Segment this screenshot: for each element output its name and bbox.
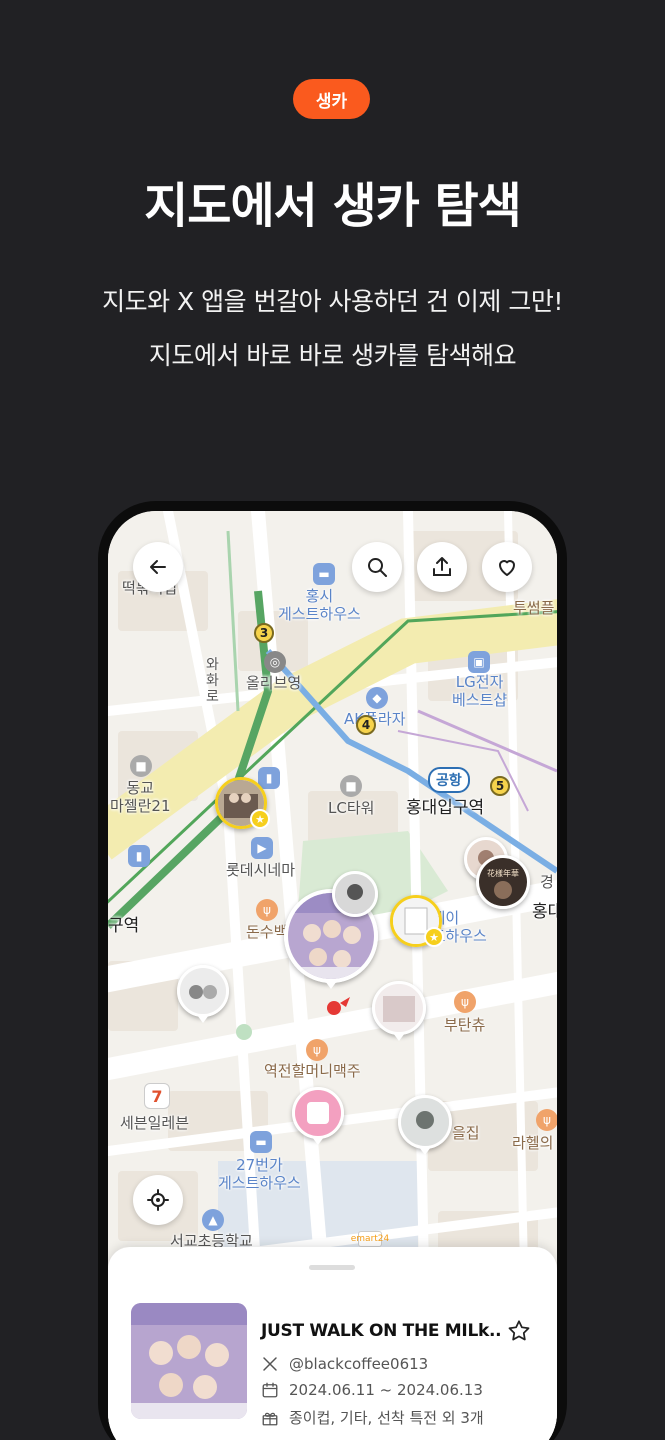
restaurant-icon[interactable]: ψ (306, 1039, 328, 1061)
back-arrow-icon (150, 560, 166, 574)
share-icon (433, 557, 451, 576)
pin-tail (197, 1015, 209, 1023)
event-benefits-row: 종이컵, 기타, 선착 특전 외 3개 (261, 1407, 484, 1428)
gift-icon (262, 1412, 278, 1425)
map-label-lc-tower: LC타워 (328, 799, 375, 817)
star-icon: ★ (250, 809, 270, 829)
store-icon[interactable]: ◎ (264, 651, 286, 673)
map-label-lotte-cinema: 롯데시네마 (226, 861, 296, 879)
map-label-ulj: 을집 (452, 1124, 480, 1142)
subway-line-number: 3 (254, 623, 274, 643)
event-title[interactable]: JUST WALK ON THE MILk.. (261, 1321, 502, 1341)
lodging-icon[interactable]: ▬ (313, 563, 335, 585)
event-account-row: @blackcoffee0613 (261, 1355, 428, 1373)
event-dates-row: 2024.06.11 ~ 2024.06.13 (261, 1381, 483, 1399)
map-label-airport-line: 공항 (428, 767, 470, 793)
my-location-button[interactable] (133, 1175, 183, 1225)
lodging-icon[interactable]: ▬ (250, 1131, 272, 1153)
shopping-icon[interactable]: ◆ (366, 687, 388, 709)
page-headline: 지도에서 생카 탐색 (144, 178, 522, 234)
restaurant-icon[interactable]: ψ (256, 899, 278, 921)
photocard-pin[interactable] (398, 1095, 452, 1149)
star-icon: ★ (424, 927, 444, 947)
map-label-donsu: 돈수백 (246, 923, 288, 941)
map-label-tussum: 투썸플 (513, 599, 555, 617)
x-logo-icon (263, 1357, 277, 1371)
photocard-pin[interactable]: 花樣年華 (476, 855, 530, 909)
back-button[interactable] (133, 542, 183, 592)
map-label-hongdae-right: 홍대 (532, 902, 557, 922)
restaurant-icon[interactable]: ψ (454, 991, 476, 1013)
phone-screen: 떡볶이집 홍시 게스트하우스 투썸플 와 화 로 올리브영 LG전자 베스트샵 … (108, 511, 557, 1440)
photocard-pin[interactable] (332, 871, 378, 917)
subtitle-line-2: 지도에서 바로 바로 생카를 탐색해요 (148, 341, 517, 370)
sheet-grab-handle[interactable] (309, 1265, 355, 1270)
building-icon[interactable]: ■ (340, 775, 362, 797)
electronics-icon[interactable]: ▣ (468, 651, 490, 673)
event-bottom-sheet[interactable]: JUST WALK ON THE MILk.. @blackcoffee0613… (108, 1247, 557, 1440)
map-label-hwaro: 와 화 로 (206, 657, 219, 705)
restaurant-icon[interactable]: ψ (536, 1109, 557, 1131)
locate-icon (147, 1189, 169, 1211)
pin-tail (325, 981, 337, 989)
subway-line-number: 4 (356, 715, 376, 735)
event-dates: 2024.06.11 ~ 2024.06.13 (289, 1381, 483, 1399)
map-label-butanchu: 부탄츄 (444, 1016, 486, 1034)
search-icon (368, 558, 387, 577)
subway-line-number: 5 (490, 776, 510, 796)
map-label-hongsi-guesthouse: 홍시 게스트하우스 (278, 587, 361, 623)
share-button[interactable] (417, 542, 467, 592)
map-label-gyeong: 경 (540, 873, 554, 891)
map-label-seven-eleven: 세븐일레븐 (120, 1114, 190, 1132)
building-icon[interactable]: ■ (130, 755, 152, 777)
map-label-donggyo: 동교 마젤란21 (110, 779, 171, 815)
map-label-lg-bestshop: LG전자 베스트샵 (452, 673, 508, 709)
seven-eleven-icon[interactable]: 7 (144, 1083, 170, 1109)
calendar-icon (262, 1382, 278, 1398)
like-button[interactable] (482, 542, 532, 592)
bus-icon[interactable]: ▮ (258, 767, 280, 789)
map-label-hongik-station: 홍대입구역 (406, 798, 485, 818)
svg-text:花樣年華: 花樣年華 (487, 868, 519, 878)
subtitle-line-1: 지도와 X 앱을 번갈아 사용하던 건 이제 그만! (102, 287, 563, 316)
event-account[interactable]: @blackcoffee0613 (289, 1355, 428, 1373)
event-benefits: 종이컵, 기타, 선착 특전 외 3개 (289, 1409, 484, 1427)
category-badge: 생카 (293, 79, 370, 119)
map-label-yeokjeon: 역전할머니맥주 (264, 1062, 361, 1080)
heart-icon (499, 560, 515, 576)
map-label-house-27: 27번가 게스트하우스 (218, 1156, 301, 1192)
event-thumbnail[interactable] (131, 1303, 247, 1419)
search-button[interactable] (352, 542, 402, 592)
photocard-pin[interactable] (372, 981, 426, 1035)
map-label-lahel: 라헬의 (512, 1134, 554, 1152)
school-icon[interactable]: ▲ (202, 1209, 224, 1231)
cinema-icon[interactable]: ▶ (251, 837, 273, 859)
star-favorite-icon[interactable] (506, 1318, 532, 1344)
bus-icon[interactable]: ▮ (128, 845, 150, 867)
map-label-olive-young: 올리브영 (246, 674, 302, 692)
pin-tail (419, 1147, 431, 1155)
map-label-station-left: 구역 (108, 916, 140, 936)
pin-tail (312, 1137, 324, 1145)
photocard-pin[interactable] (177, 965, 229, 1017)
photocard-pin[interactable] (292, 1087, 344, 1139)
emart24-icon[interactable]: emart24 (351, 1231, 389, 1247)
pin-tail (393, 1033, 405, 1041)
